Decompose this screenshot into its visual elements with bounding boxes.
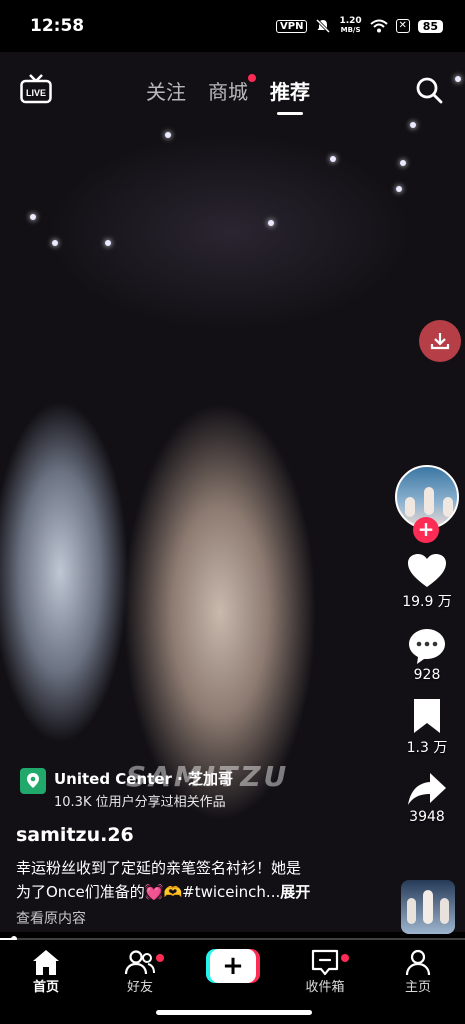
location-tag[interactable]: United Center · 芝加哥 10.3K 位用户分享过相关作品 (20, 768, 233, 810)
home-icon (33, 950, 59, 975)
like-count: 19.9 万 (402, 594, 452, 610)
location-text: United Center · 芝加哥 10.3K 位用户分享过相关作品 (54, 768, 233, 810)
location-name: United Center · 芝加哥 (54, 770, 234, 788)
mute-icon (316, 18, 331, 34)
crowd-light (52, 240, 58, 246)
crowd-light (400, 160, 406, 166)
nav-inbox[interactable]: 收件箱 (285, 948, 365, 995)
home-indicator[interactable] (156, 1010, 312, 1015)
location-subtitle: 10.3K 位用户分享过相关作品 (54, 795, 226, 810)
network-speed: 1.20 MB/S (339, 17, 361, 35)
live-label: LIVE (26, 88, 46, 98)
vpn-badge: VPN (276, 19, 308, 33)
live-icon[interactable]: LIVE (20, 74, 52, 104)
nav-friends-label: 好友 (126, 980, 153, 995)
comment-icon (409, 629, 445, 664)
music-thumbnail[interactable] (401, 880, 455, 934)
plus-icon: + (210, 949, 256, 983)
thumbnail-figure (440, 898, 449, 924)
inbox-icon (311, 949, 339, 976)
follow-button[interactable]: + (413, 517, 439, 543)
nav-home-label: 首页 (32, 980, 59, 995)
friends-icon (124, 950, 155, 975)
crowd-light (30, 214, 36, 220)
tab-shop-label: 商城 (208, 80, 248, 104)
tab-following[interactable]: 关注 (146, 76, 186, 105)
wifi-icon (370, 19, 388, 33)
avatar-figure (424, 487, 434, 515)
search-icon[interactable] (415, 76, 443, 104)
crowd-light (396, 186, 402, 192)
share-action[interactable]: 3948 (407, 771, 447, 825)
crowd-light (410, 122, 416, 128)
location-pin-icon (20, 768, 46, 794)
share-count: 3948 (409, 809, 445, 825)
heart-icon (408, 554, 446, 587)
creator-username[interactable]: samitzu.26 (16, 824, 134, 846)
status-time: 12:58 (30, 16, 85, 36)
favorite-count: 1.3 万 (406, 740, 448, 756)
comment-action[interactable]: 928 (407, 627, 447, 683)
download-icon (430, 333, 450, 350)
crowd-light (330, 156, 336, 162)
favorite-action[interactable]: 1.3 万 (406, 697, 448, 757)
thumbnail-figure (423, 890, 433, 924)
notification-dot (156, 954, 164, 962)
crowd-light (105, 240, 111, 246)
status-icons: VPN 1.20 MB/S ✕ 85 (276, 17, 443, 35)
action-rail: + 19.9 万 928 1.3 万 3948 (395, 465, 459, 825)
thumbnail-figure (407, 898, 416, 924)
battery-indicator: 85 (417, 19, 443, 33)
create-button[interactable]: + (206, 949, 260, 983)
comment-count: 928 (413, 667, 441, 683)
download-button[interactable] (419, 320, 461, 362)
speed-value: 1.20 (339, 16, 362, 26)
avatar-figure (443, 497, 453, 517)
bookmark-icon (414, 699, 440, 733)
top-navigation: LIVE 关注 商城 推荐 (0, 72, 465, 115)
no-sim-icon: ✕ (395, 19, 410, 33)
feed-tabs: 关注 商城 推荐 (146, 74, 310, 115)
nav-inbox-label: 收件箱 (305, 980, 345, 995)
expand-link[interactable]: 展开 (280, 883, 310, 901)
avatar-figure (405, 497, 415, 517)
nav-profile[interactable]: 主页 (378, 948, 458, 995)
view-original-link[interactable]: 查看原内容 (16, 908, 86, 928)
status-bar: 12:58 VPN 1.20 MB/S ✕ 85 (0, 0, 465, 52)
tab-shop[interactable]: 商城 (208, 74, 256, 105)
crowd-light (165, 132, 171, 138)
tab-for-you[interactable]: 推荐 (270, 76, 310, 115)
notification-dot (341, 954, 349, 962)
crowd-light (268, 220, 274, 226)
nav-friends[interactable]: 好友 (100, 948, 180, 995)
caption-line-2: 为了Once们准备的💓🫶#twiceinch...展开 (16, 880, 376, 904)
notification-dot (248, 74, 256, 82)
profile-icon (405, 949, 431, 976)
nav-profile-label: 主页 (404, 980, 431, 995)
caption-line-1: 幸运粉丝收到了定延的亲笔签名衬衫！她是 (16, 859, 302, 877)
post-caption: 幸运粉丝收到了定延的亲笔签名衬衫！她是 为了Once们准备的💓🫶#twicein… (16, 856, 376, 904)
caption-line-2-text: 为了Once们准备的💓🫶#twiceinch... (16, 883, 281, 901)
speed-unit: MB/S (340, 26, 361, 34)
like-action[interactable]: 19.9 万 (402, 553, 452, 611)
nav-home[interactable]: 首页 (6, 948, 86, 995)
share-icon (408, 773, 446, 805)
